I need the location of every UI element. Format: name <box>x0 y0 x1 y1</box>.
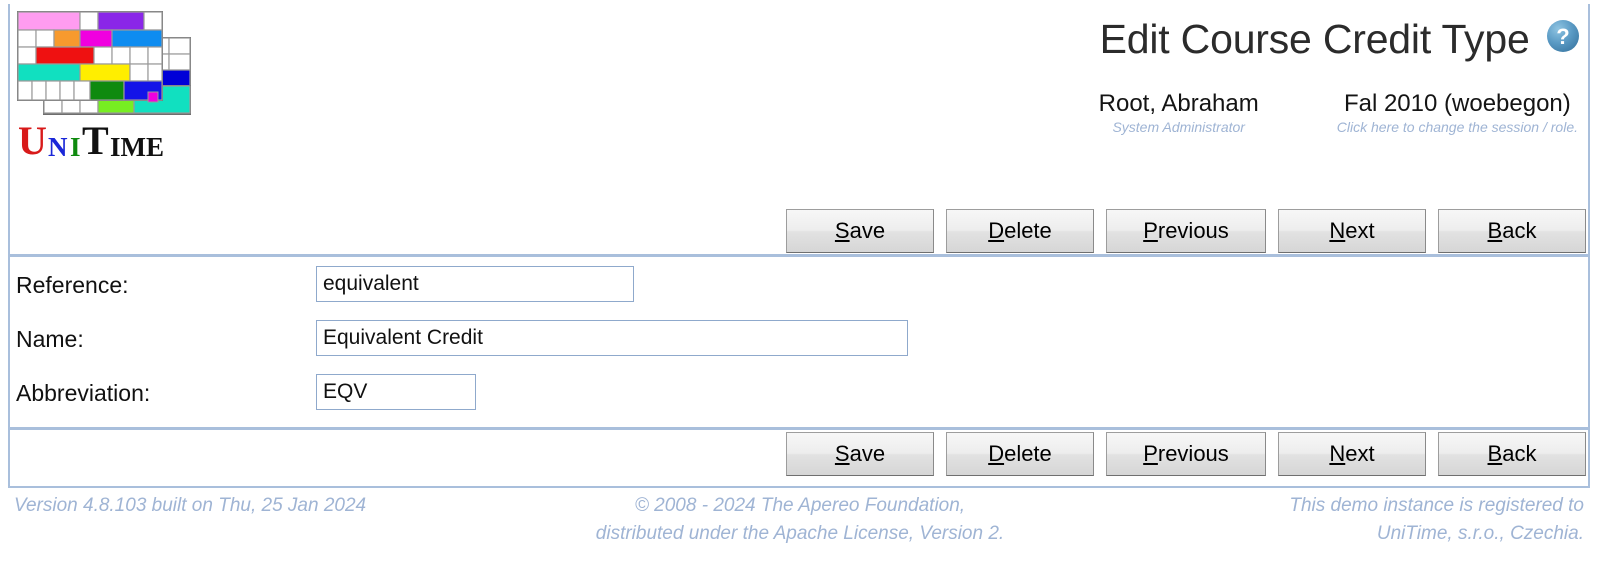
save-accesskey: S <box>834 218 850 243</box>
reference-label: Reference: <box>16 272 129 298</box>
svg-text:I: I <box>70 132 81 162</box>
divider-below-form <box>10 427 1588 430</box>
unitime-grid-logo-icon <box>17 11 191 115</box>
help-question-icon[interactable]: ? <box>1546 19 1580 53</box>
user-name: Root, Abraham <box>1098 90 1259 117</box>
footer-registration-line1: This demo instance is registered to <box>1289 495 1584 516</box>
footer-registration: This demo instance is registered to UniT… <box>1084 492 1584 548</box>
save-button[interactable]: Save <box>786 209 934 253</box>
delete-label-rest-bottom: elete <box>1004 441 1052 466</box>
back-label-rest-bottom: ack <box>1502 441 1537 466</box>
previous-label-rest: revious <box>1157 218 1229 243</box>
next-accesskey: N <box>1329 218 1346 243</box>
user-session-row: Root, Abraham System Administrator Fal 2… <box>578 90 1578 137</box>
save-label-rest: ave <box>849 218 886 243</box>
back-button[interactable]: Back <box>1438 209 1586 253</box>
footer-registration-line2: UniTime, s.r.o., Czechia. <box>1376 523 1584 544</box>
name-input[interactable] <box>316 320 908 356</box>
user-info[interactable]: Root, Abraham System Administrator <box>1099 90 1259 137</box>
svg-text:IME: IME <box>110 132 164 162</box>
session-info[interactable]: Fal 2010 (woebegon) Click here to change… <box>1337 90 1578 137</box>
unitime-wordmark-icon: U N I T IME <box>18 118 164 163</box>
save-accesskey-bottom: S <box>834 441 850 466</box>
user-role: System Administrator <box>1112 119 1245 135</box>
previous-button-bottom[interactable]: Previous <box>1106 432 1266 476</box>
previous-accesskey: P <box>1143 218 1158 243</box>
reference-input[interactable] <box>316 266 634 302</box>
back-label-rest: ack <box>1502 218 1537 243</box>
delete-accesskey: D <box>988 218 1005 243</box>
page-footer: Version 4.8.103 built on Thu, 25 Jan 202… <box>0 492 1598 582</box>
save-button-bottom[interactable]: Save <box>786 432 934 476</box>
delete-button-bottom[interactable]: Delete <box>946 432 1094 476</box>
change-session-link[interactable]: Click here to change the session / role. <box>1337 119 1578 135</box>
page-title: Edit Course Credit Type <box>1099 16 1530 62</box>
abbreviation-label: Abbreviation: <box>16 380 151 406</box>
name-label: Name: <box>16 326 84 352</box>
credit-type-form: Reference: Name: Abbreviation: <box>10 260 1588 424</box>
back-accesskey: B <box>1487 218 1503 243</box>
svg-text:T: T <box>82 118 109 163</box>
delete-button[interactable]: Delete <box>946 209 1094 253</box>
abbreviation-input[interactable] <box>316 374 476 410</box>
divider-above-form <box>10 254 1588 257</box>
delete-label-rest: elete <box>1004 218 1052 243</box>
footer-copyright-line1: © 2008 - 2024 The Apereo Foundation, <box>634 495 966 516</box>
next-label-rest: ext <box>1345 218 1375 243</box>
footer-copyright: © 2008 - 2024 The Apereo Foundation, dis… <box>520 492 1080 548</box>
form-row-name: Name: <box>16 320 1576 358</box>
form-row-reference: Reference: <box>16 266 1576 304</box>
toolbar-top: Save Delete Previous Next Back <box>774 209 1586 253</box>
svg-text:?: ? <box>1556 24 1569 49</box>
svg-text:U: U <box>18 118 47 163</box>
back-button-bottom[interactable]: Back <box>1438 432 1586 476</box>
footer-version: Version 4.8.103 built on Thu, 25 Jan 202… <box>14 495 367 516</box>
next-button[interactable]: Next <box>1278 209 1426 253</box>
footer-copyright-line2: distributed under the Apache License, Ve… <box>595 523 1005 544</box>
unitime-logo[interactable]: U N I T IME <box>16 10 192 168</box>
page-header: U N I T IME Edit Course Credit Type ? Ro… <box>10 4 1588 200</box>
previous-accesskey-bottom: P <box>1143 441 1158 466</box>
svg-text:N: N <box>48 132 68 162</box>
session-name: Fal 2010 (woebegon) <box>1343 90 1571 117</box>
title-block: Edit Course Credit Type ? <box>600 12 1580 66</box>
previous-button[interactable]: Previous <box>1106 209 1266 253</box>
next-label-rest-bottom: ext <box>1345 441 1375 466</box>
next-accesskey-bottom: N <box>1329 441 1346 466</box>
form-row-abbreviation: Abbreviation: <box>16 374 1576 412</box>
next-button-bottom[interactable]: Next <box>1278 432 1426 476</box>
delete-accesskey-bottom: D <box>988 441 1005 466</box>
previous-label-rest-bottom: revious <box>1157 441 1229 466</box>
back-accesskey-bottom: B <box>1487 441 1503 466</box>
save-label-rest-bottom: ave <box>849 441 886 466</box>
toolbar-bottom: Save Delete Previous Next Back <box>774 432 1586 476</box>
